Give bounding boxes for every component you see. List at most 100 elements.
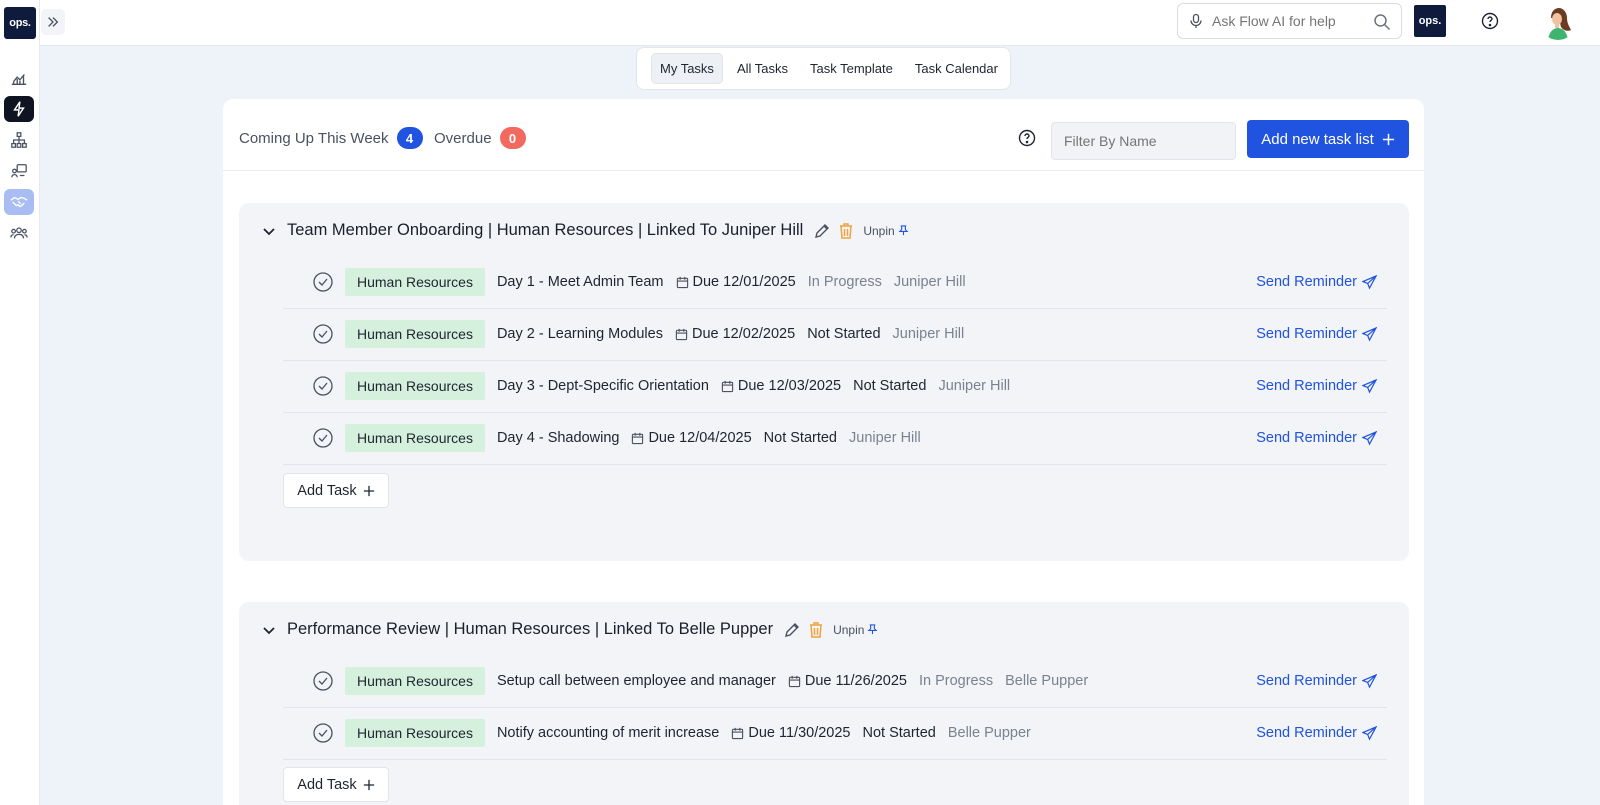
help-icon[interactable] [1481,12,1499,30]
task-name[interactable]: Notify accounting of merit increase [497,725,719,741]
task-group-header: Performance Review | Human Resources | L… [261,620,878,639]
assignee-name: Juniper Hill [893,274,966,290]
send-reminder-button[interactable]: Send Reminder [1256,673,1377,689]
expand-sidebar-icon[interactable] [41,9,65,35]
due-date-text: Due 12/02/2025 [691,326,796,342]
due-date-text: Due 12/04/2025 [648,430,752,446]
send-reminder-button[interactable]: Send Reminder [1256,378,1377,394]
task-row[interactable]: Human Resources Day 2 - Learning Modules… [283,308,1387,361]
due-date: Due 12/03/2025 [721,378,841,394]
check-circle-icon[interactable] [313,324,333,344]
check-circle-icon[interactable] [313,671,333,691]
unpin-button[interactable]: Unpin [833,623,878,637]
task-row[interactable]: Human Resources Day 1 - Meet Admin Team … [283,256,1387,309]
trash-icon[interactable] [837,222,855,240]
check-circle-icon[interactable] [313,428,333,448]
calendar-icon [721,380,734,392]
ai-search-box[interactable] [1177,3,1402,39]
add-new-task-list-button[interactable]: Add new task list [1247,120,1409,158]
task-tabs: My Tasks All Tasks Task Template Task Ca… [636,47,1011,90]
task-name[interactable]: Day 1 - Meet Admin Team [497,274,664,290]
tab-my-tasks[interactable]: My Tasks [651,53,723,84]
check-circle-icon[interactable] [313,376,333,396]
overdue-label: Overdue [434,129,492,147]
department-tag: Human Resources [345,424,485,452]
task-status: Not Started [862,725,936,741]
task-status: Not Started [807,326,881,342]
due-date: Due 12/01/2025 [676,274,796,290]
search-icon[interactable] [1373,13,1391,31]
send-reminder-button[interactable]: Send Reminder [1256,430,1377,446]
filter-by-name-input[interactable] [1051,122,1236,160]
task-row[interactable]: Human Resources Day 3 - Dept-Specific Or… [283,360,1387,413]
check-circle-icon[interactable] [313,723,333,743]
send-reminder-label: Send Reminder [1256,378,1357,394]
department-tag: Human Resources [345,320,485,348]
task-name[interactable]: Day 3 - Dept-Specific Orientation [497,378,709,394]
calendar-icon [632,432,644,444]
check-circle-icon[interactable] [313,272,333,292]
coming-up-label: Coming Up This Week [239,129,389,147]
task-row[interactable]: Human Resources Setup call between emplo… [283,655,1387,708]
team-icon[interactable] [4,220,34,246]
add-task-button[interactable]: Add Task [283,767,389,802]
task-row[interactable]: Human Resources Notify accounting of mer… [283,707,1387,760]
paper-plane-icon [1362,673,1377,689]
add-task-label: Add Task [297,482,357,499]
paper-plane-icon [1362,326,1377,342]
task-group-title: Performance Review | Human Resources | L… [287,620,774,638]
add-new-task-list-label: Add new task list [1261,130,1374,148]
user-avatar[interactable] [1540,4,1576,40]
send-reminder-label: Send Reminder [1256,274,1357,290]
due-date-text: Due 11/26/2025 [804,673,907,689]
chevron-down-icon[interactable] [261,622,277,638]
assignee-name: Juniper Hill [892,326,965,342]
task-status: In Progress [807,274,882,290]
ai-search-input[interactable] [1212,13,1362,29]
chevron-down-icon[interactable] [261,223,277,239]
overdue-stat[interactable]: Overdue 0 [434,127,526,149]
task-group-title: Team Member Onboarding | Human Resources… [287,221,804,239]
computer-user-icon[interactable] [4,158,34,184]
org-chart-icon[interactable] [4,127,34,153]
top-bar: ops. [40,0,1600,46]
send-reminder-button[interactable]: Send Reminder [1256,725,1377,741]
send-reminder-label: Send Reminder [1256,430,1357,446]
analytics-icon[interactable] [4,65,34,91]
send-reminder-button[interactable]: Send Reminder [1256,274,1377,290]
tab-task-template[interactable]: Task Template [802,54,901,83]
add-task-button[interactable]: Add Task [283,473,389,508]
task-name[interactable]: Setup call between employee and manager [497,673,776,689]
task-name[interactable]: Day 4 - Shadowing [497,430,620,446]
department-tag: Human Resources [345,719,485,747]
trash-icon[interactable] [807,621,825,639]
add-task-label: Add Task [297,776,357,793]
tab-all-tasks[interactable]: All Tasks [729,54,796,83]
microphone-icon[interactable] [1188,13,1204,29]
task-row[interactable]: Human Resources Day 4 - Shadowing Due 12… [283,412,1387,465]
pencil-icon[interactable] [783,621,801,639]
overdue-count-badge: 0 [499,127,526,149]
paper-plane-icon [1362,725,1377,741]
tab-task-calendar[interactable]: Task Calendar [907,54,1006,83]
department-tag: Human Resources [345,667,485,695]
due-date: Due 11/30/2025 [731,725,851,741]
handshake-icon[interactable] [4,189,34,215]
department-tag: Human Resources [345,268,485,296]
assignee-name: Juniper Hill [849,430,921,446]
due-date: Due 12/02/2025 [675,326,795,342]
help-icon[interactable] [1018,129,1036,147]
due-date-text: Due 12/03/2025 [737,378,842,394]
pencil-icon[interactable] [813,222,831,240]
calendar-icon [676,276,688,288]
task-status: In Progress [918,673,994,689]
send-reminder-button[interactable]: Send Reminder [1256,326,1377,342]
ops-workspace-logo[interactable]: ops. [1414,5,1446,37]
flow-bolt-icon[interactable] [4,96,34,122]
coming-up-stat[interactable]: Coming Up This Week 4 [239,127,423,149]
unpin-button[interactable]: Unpin [863,224,909,238]
department-tag: Human Resources [345,372,485,400]
task-name[interactable]: Day 2 - Learning Modules [497,326,663,342]
pin-icon [898,225,909,236]
app-logo[interactable]: ops. [4,7,36,39]
